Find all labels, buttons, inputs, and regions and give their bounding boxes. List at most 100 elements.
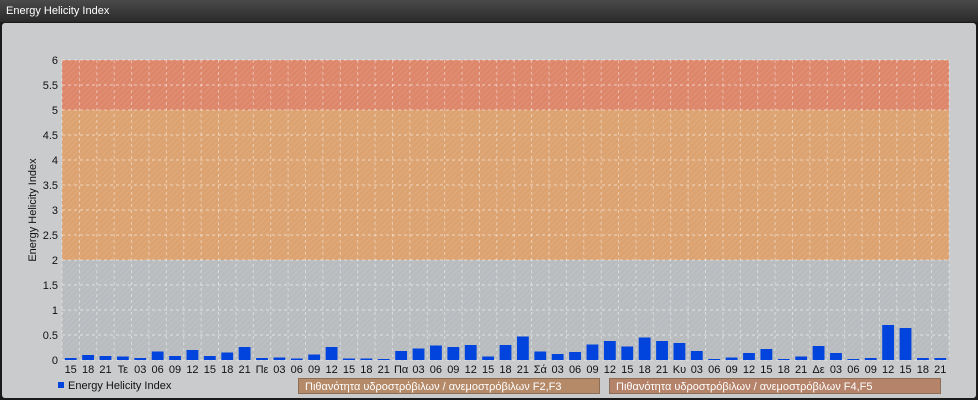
x-tick-label: 12 xyxy=(743,364,755,376)
bar[interactable] xyxy=(916,358,929,360)
bar[interactable] xyxy=(99,356,112,360)
bar[interactable] xyxy=(830,353,842,360)
bar[interactable] xyxy=(551,354,564,360)
legend-band-f4f5[interactable]: Πιθανότητα υδροστρόβιλων / ανεμοστρόβιλω… xyxy=(609,378,941,394)
bar[interactable] xyxy=(290,358,303,361)
bar[interactable] xyxy=(847,359,860,360)
window-title: Energy Helicity Index xyxy=(0,0,978,22)
bar[interactable] xyxy=(82,355,95,360)
bar[interactable] xyxy=(64,358,77,360)
bar[interactable] xyxy=(134,358,147,360)
bar[interactable] xyxy=(621,346,634,361)
y-tick-label: 6 xyxy=(52,55,58,67)
x-tick-label: 21 xyxy=(238,364,250,376)
x-tick-label: 06 xyxy=(291,364,303,376)
x-tick-label: 06 xyxy=(569,364,581,376)
chart-panel: 0 0.5 1 1.5 2 2.5 3 3.5 4 4.5 5 5.5 6 15 18 21 Τε 03 06 09… xyxy=(2,23,976,398)
bar[interactable] xyxy=(325,347,338,360)
bar[interactable] xyxy=(899,328,912,360)
bar[interactable] xyxy=(760,349,773,360)
x-tick-label: 15 xyxy=(65,364,77,376)
x-tick-label: 03 xyxy=(691,364,703,376)
bar[interactable] xyxy=(256,358,268,360)
x-tick-label: 15 xyxy=(899,364,911,376)
bar[interactable] xyxy=(343,358,355,361)
bar[interactable] xyxy=(464,345,477,360)
x-tick-label: 18 xyxy=(778,364,790,376)
x-tick-label: 03 xyxy=(273,364,285,376)
bar[interactable] xyxy=(499,345,512,360)
bar[interactable] xyxy=(203,356,216,360)
bar[interactable] xyxy=(534,351,547,361)
bar[interactable] xyxy=(864,358,877,360)
x-tick-label: 09 xyxy=(586,364,598,376)
bar[interactable] xyxy=(238,347,251,360)
x-tick-label: 18 xyxy=(221,364,233,376)
legend-band-f2f3[interactable]: Πιθανότητα υδροστρόβιλων / ανεμοστρόβιλω… xyxy=(298,378,600,394)
x-tick-label: 21 xyxy=(517,364,529,376)
y-tick-label: 3 xyxy=(52,205,58,217)
bar[interactable] xyxy=(934,358,947,360)
bar[interactable] xyxy=(308,354,321,361)
bar[interactable] xyxy=(812,346,825,360)
y-tick-label: 1 xyxy=(52,305,58,317)
bar[interactable] xyxy=(430,345,442,361)
x-tick-label: 12 xyxy=(186,364,198,376)
bar[interactable] xyxy=(412,348,425,361)
bar[interactable] xyxy=(360,358,373,361)
legend-item-series[interactable]: Energy Helicity Index xyxy=(58,378,171,394)
bar[interactable] xyxy=(395,351,408,360)
x-tick-label: Κυ xyxy=(673,364,686,376)
x-tick-label: 21 xyxy=(378,364,390,376)
x-tick-label: Πα xyxy=(394,364,409,376)
x-tick-label: Δε xyxy=(812,364,824,376)
x-tick-label: 21 xyxy=(795,364,807,376)
bar[interactable] xyxy=(169,356,181,360)
y-tick-label: 2 xyxy=(52,255,58,267)
x-tick-label: 18 xyxy=(917,364,929,376)
bar[interactable] xyxy=(638,337,651,361)
bar[interactable] xyxy=(725,357,738,361)
legend-swatch xyxy=(58,382,64,388)
bar[interactable] xyxy=(221,352,234,361)
y-tick-label: 1.5 xyxy=(43,280,58,292)
x-tick-label: Τε xyxy=(118,364,129,376)
x-tick-label: 03 xyxy=(830,364,842,376)
bar[interactable] xyxy=(777,359,790,360)
x-tick-label: 03 xyxy=(134,364,146,376)
x-tick-label: 09 xyxy=(725,364,737,376)
x-tick-label: 03 xyxy=(412,364,424,376)
bar[interactable] xyxy=(186,350,199,360)
bar[interactable] xyxy=(656,341,668,360)
bar[interactable] xyxy=(569,352,581,360)
bar[interactable] xyxy=(586,344,599,361)
legend-series-label: Energy Helicity Index xyxy=(68,380,172,392)
y-tick-label: 4 xyxy=(52,155,58,167)
bar[interactable] xyxy=(151,351,164,361)
x-tick-label: 15 xyxy=(343,364,355,376)
x-tick-label: 09 xyxy=(865,364,877,376)
y-tick-label: 5.5 xyxy=(43,80,58,92)
bar[interactable] xyxy=(882,325,895,360)
y-tick-label: 5 xyxy=(52,105,58,117)
bar[interactable] xyxy=(377,359,390,360)
bar[interactable] xyxy=(708,359,721,360)
bar[interactable] xyxy=(116,356,129,361)
bar[interactable] xyxy=(273,357,286,361)
bar[interactable] xyxy=(603,341,616,360)
x-tick-label: 18 xyxy=(82,364,94,376)
bar[interactable] xyxy=(743,353,755,360)
x-tick-label: 15 xyxy=(621,364,633,376)
x-tick-label: 03 xyxy=(552,364,564,376)
bar[interactable] xyxy=(482,356,495,361)
bar[interactable] xyxy=(673,343,686,360)
bar[interactable] xyxy=(516,336,529,361)
x-tick-label: Σά xyxy=(534,364,548,376)
x-tick-label: 06 xyxy=(708,364,720,376)
bar[interactable] xyxy=(690,351,703,360)
x-tick-label: 15 xyxy=(204,364,216,376)
x-tick-label: 09 xyxy=(169,364,181,376)
bar[interactable] xyxy=(447,347,460,360)
x-tick-label: 06 xyxy=(847,364,859,376)
bar[interactable] xyxy=(795,356,808,361)
